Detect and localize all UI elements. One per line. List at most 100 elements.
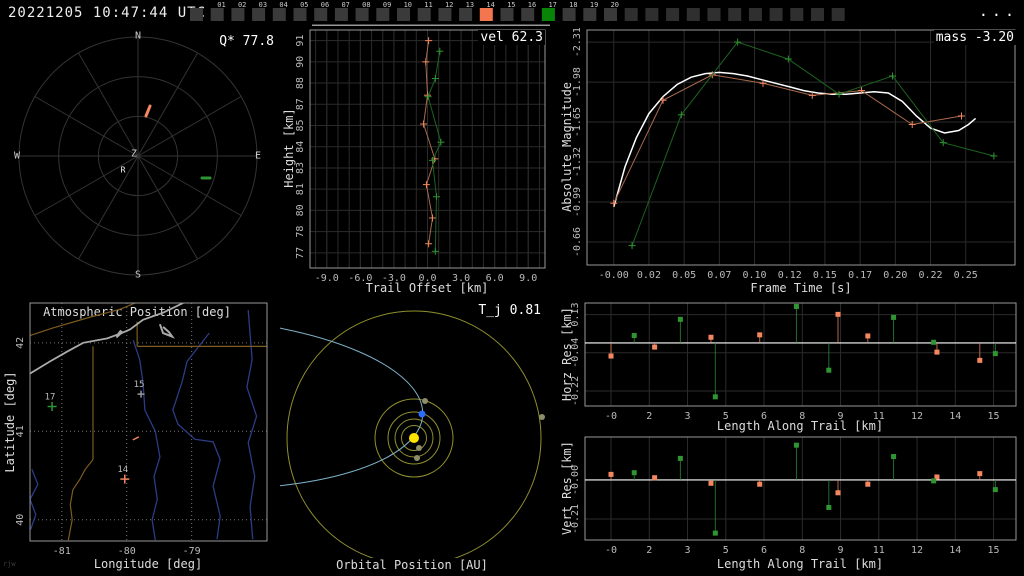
map-content: 17 15 14	[30, 303, 267, 541]
x-tick-label: -9.0	[315, 273, 339, 284]
stem-marker-station-17	[891, 314, 897, 320]
top-toolbar: 20221205 10:47:44 UTC 01 02 03 04 05 06 07 08 09…	[0, 0, 1024, 28]
frame-square-02[interactable]	[231, 8, 245, 21]
frame-square-20[interactable]	[604, 8, 617, 21]
frame-square-08[interactable]	[355, 8, 369, 21]
stem-marker-station-17	[891, 454, 897, 460]
series-line-station-17	[631, 41, 995, 246]
frame-square-u4[interactable]	[686, 8, 700, 21]
stem-marker-station-14	[652, 344, 658, 350]
height-x-axis-label: Trail Offset [km]	[365, 281, 489, 295]
frame-square-03[interactable]	[252, 8, 266, 21]
polar-spoke	[34, 96, 139, 157]
frame-square-06[interactable]	[314, 8, 328, 21]
station-label-14: 14	[117, 465, 128, 475]
horz-res-x-axis-label: Length Along Trail [km]	[716, 419, 884, 433]
watermark: rjw	[3, 560, 16, 568]
frame-square-12[interactable]	[438, 8, 452, 21]
frame-square-u10[interactable]	[811, 8, 824, 21]
vert-res-x-axis-label: Length Along Trail [km]	[716, 557, 884, 571]
series-line-fit-curve	[613, 71, 977, 208]
y-tick-label: -2.31	[572, 28, 583, 57]
frame-number-label: 08	[362, 1, 370, 9]
station-label-17: 17	[45, 393, 56, 403]
polar-spoke	[78, 52, 139, 157]
polar-spoke	[137, 96, 242, 157]
stem-marker-station-14	[708, 334, 714, 340]
frame-square-16[interactable]	[521, 8, 535, 21]
frame-square-u5[interactable]	[707, 8, 721, 21]
stem-marker-station-17	[677, 316, 683, 322]
x-tick-label: 9.0	[519, 273, 537, 284]
x-tick-label: 0.15	[813, 270, 837, 281]
inland-lake	[158, 323, 175, 339]
y-tick-label: 80	[295, 204, 306, 216]
frame-square-u2[interactable]	[645, 8, 659, 21]
horz-res-y-axis-label: Horz Res [km]	[560, 307, 574, 401]
frame-square-01[interactable]	[210, 8, 224, 21]
stem-marker-station-14	[608, 471, 614, 477]
y-tick-label: 77	[295, 247, 306, 259]
frame-progress-underline	[312, 24, 550, 26]
frame-square-04[interactable]	[272, 8, 286, 21]
x-tick-label: 2	[646, 411, 652, 422]
q-star-value: Q* 77.8	[217, 34, 276, 49]
compass-south-label: S	[134, 269, 142, 281]
lake-erie-shoreline	[30, 303, 184, 375]
y-tick-label: 87	[295, 98, 306, 110]
meteor-streak-14	[144, 104, 152, 118]
stem-marker-station-14	[865, 481, 871, 487]
x-tick-label: 8	[799, 545, 805, 556]
overflow-menu[interactable]: ...	[979, 2, 1018, 20]
frame-square-u11[interactable]	[831, 8, 845, 21]
stem-marker-station-17	[712, 530, 718, 536]
stem-marker-station-17	[712, 394, 718, 400]
x-tick-label: 0.10	[742, 270, 766, 281]
polar-spoke	[137, 155, 198, 260]
frame-square-u3[interactable]	[666, 8, 680, 21]
map-y-axis-label: Latitude [deg]	[3, 371, 17, 473]
frame-square-u9[interactable]	[790, 8, 804, 21]
frame-square-15[interactable]	[500, 8, 514, 21]
frame-number-label: 14	[486, 1, 494, 9]
x-tick-label: 12	[911, 545, 923, 556]
frame-square-14[interactable]	[479, 8, 493, 21]
x-tick-label: 11	[873, 545, 885, 556]
frame-square-u8[interactable]	[769, 8, 783, 21]
vert-res-y-axis-label: Vert Res [km]	[560, 441, 574, 535]
stem-marker-station-17	[631, 470, 637, 476]
y-tick-label: 90	[295, 56, 306, 68]
frame-number-label: 20	[611, 1, 619, 9]
stem-marker-station-17	[793, 442, 799, 448]
frame-square-13[interactable]	[459, 8, 473, 21]
stem-marker-station-17	[992, 487, 998, 493]
x-tick-label: 15	[988, 545, 1000, 556]
frame-square-19[interactable]	[583, 8, 597, 21]
frame-number-label: 01	[217, 1, 225, 9]
frame-square-09[interactable]	[376, 8, 390, 21]
plot-frame	[29, 302, 268, 542]
compass-north-label: N	[134, 30, 142, 42]
frame-square-18[interactable]	[562, 8, 576, 21]
frame-square-07[interactable]	[334, 8, 348, 21]
stem-marker-station-14	[652, 475, 658, 481]
planet-dot	[539, 414, 545, 420]
frame-square-11[interactable]	[417, 8, 431, 21]
frame-number-label: 11	[424, 1, 432, 9]
frame-number-label: 02	[238, 1, 246, 9]
frame-square-u0[interactable]	[190, 8, 203, 21]
x-tick-label: -0.00	[599, 270, 629, 281]
frame-square-u1[interactable]	[624, 8, 638, 21]
polar-spoke	[137, 155, 242, 216]
frame-square-10[interactable]	[397, 8, 410, 21]
frame-square-17[interactable]	[541, 8, 555, 21]
frame-square-u7[interactable]	[748, 8, 762, 21]
sky-polar-chart	[18, 36, 258, 276]
panel-orbit: T_j 0.81 Orbital Position [AU]	[280, 300, 545, 576]
height-chart: -9.0 -6.0 -3.0 0.0 3.0 6.0 9.07778808183848587…	[295, 29, 546, 284]
frame-strip: 01 02 03 04 05 06 07 08 09 10 11 12 13 14 15 16 17 18 19 20	[190, 1, 845, 26]
frame-square-u6[interactable]	[728, 8, 742, 21]
frame-number-label: 03	[259, 1, 267, 9]
stem-marker-station-17	[826, 367, 832, 373]
frame-square-05[interactable]	[293, 8, 307, 21]
